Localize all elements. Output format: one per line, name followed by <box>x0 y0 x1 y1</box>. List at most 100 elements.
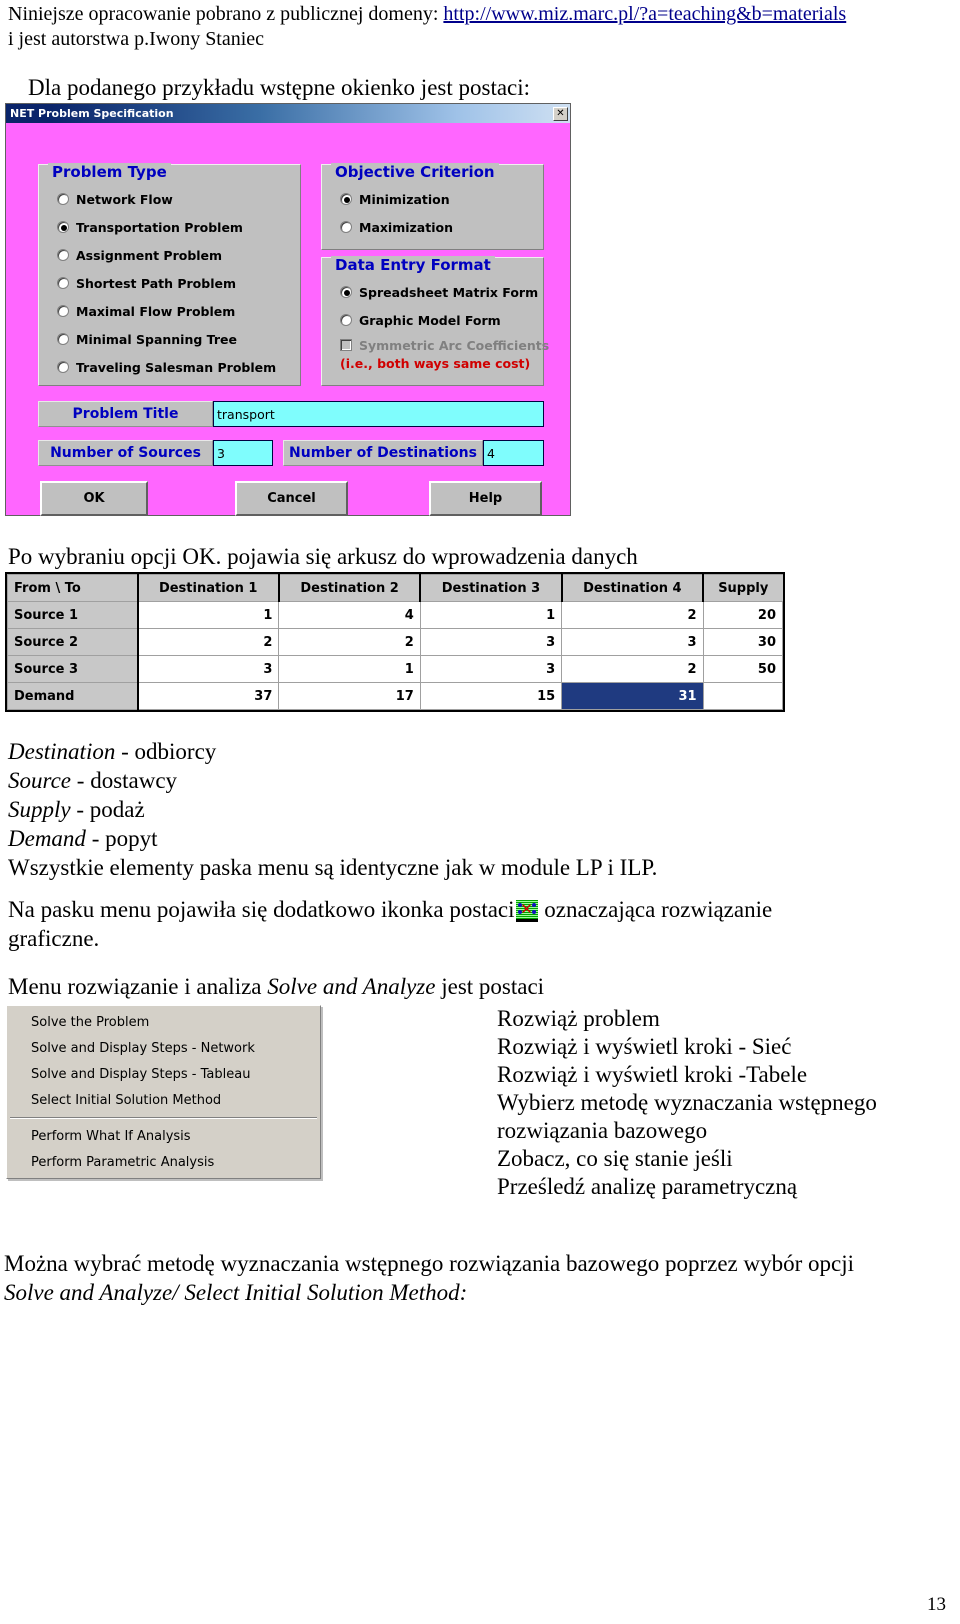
translation-line: Rozwiąż i wyświetl kroki - Sieć <box>497 1034 792 1059</box>
radio-maximization[interactable]: Maximization <box>340 213 543 241</box>
cell-s1-d1[interactable]: 1 <box>136 601 280 629</box>
radio-label: Minimal Spanning Tree <box>76 331 237 347</box>
radio-label: Minimization <box>359 191 450 207</box>
cell-s1-d4[interactable]: 2 <box>561 601 704 629</box>
radio-icon-selected <box>340 286 352 298</box>
menu-item-perform-parametric-analysis[interactable]: Perform Parametric Analysis <box>7 1149 320 1175</box>
radio-transportation-problem[interactable]: Transportation Problem <box>57 213 300 241</box>
icon-sentence-prefix: Na pasku menu pojawiła się dodatkowo iko… <box>8 897 515 922</box>
close-icon[interactable]: ✕ <box>553 106 568 121</box>
menu-item-perform-what-if-analysis[interactable]: Perform What If Analysis <box>7 1123 320 1149</box>
radio-icon <box>57 333 69 345</box>
node-dot <box>531 903 536 907</box>
paragraph-graphic-icon: Na pasku menu pojawiła się dodatkowo iko… <box>8 895 772 953</box>
radio-icon <box>340 314 352 326</box>
cell-s3-d2[interactable]: 1 <box>278 655 421 683</box>
header-destination-4: Destination 4 <box>561 574 705 602</box>
cell-demand-d2[interactable]: 17 <box>278 682 421 710</box>
radio-label: Network Flow <box>76 191 173 207</box>
glossary-item: Source - dostawcy <box>8 766 657 795</box>
number-of-sources-input[interactable]: 3 <box>213 440 273 466</box>
cell-s1-supply[interactable]: 20 <box>702 601 784 629</box>
caption-after-ok: Po wybraniu opcji OK. pojawia się arkusz… <box>8 544 638 569</box>
cell-s2-d3[interactable]: 3 <box>419 628 563 656</box>
radio-icon-selected <box>57 221 69 233</box>
header-from-to: From \ To <box>7 574 139 602</box>
cell-demand-d1[interactable]: 37 <box>136 682 280 710</box>
radio-graphic-model-form[interactable]: Graphic Model Form <box>340 306 543 334</box>
radio-spreadsheet-matrix-form[interactable]: Spreadsheet Matrix Form <box>340 278 543 306</box>
radio-shortest-path-problem[interactable]: Shortest Path Problem <box>57 269 300 297</box>
row-header-source-2: Source 2 <box>7 628 139 656</box>
translation-line: Rozwiąż i wyświetl kroki -Tabele <box>497 1062 808 1087</box>
cell-s2-d1[interactable]: 2 <box>136 628 280 656</box>
radio-label: Spreadsheet Matrix Form <box>359 284 539 300</box>
intro-sentence: Dla podanego przykładu wstępne okienko j… <box>28 75 531 100</box>
table-row: Source 1 1 4 1 2 20 <box>7 601 784 629</box>
menu-intro-suffix: jest postaci <box>435 974 545 999</box>
icon-sentence-suffix: oznaczająca rozwiązanie <box>538 897 773 922</box>
credit-line-1: Niniejsze opracowanie pobrano z publiczn… <box>8 2 952 27</box>
cell-s1-d3[interactable]: 1 <box>419 601 563 629</box>
radio-assignment-problem[interactable]: Assignment Problem <box>57 241 300 269</box>
help-button[interactable]: Help <box>429 481 542 516</box>
net-problem-specification-dialog: NET Problem Specification ✕ Problem Type… <box>5 103 571 516</box>
menu-item-solve-display-steps-tableau[interactable]: Solve and Display Steps - Tableau <box>7 1061 320 1087</box>
radio-network-flow[interactable]: Network Flow <box>57 185 300 213</box>
problem-title-input[interactable]: transport <box>213 401 544 427</box>
translation-line: Rozwiąż problem <box>497 1006 660 1031</box>
radio-label: Maximization <box>359 219 453 235</box>
dialog-title-bar: NET Problem Specification ✕ <box>6 104 570 123</box>
glossary-item: Demand - popyt <box>8 824 657 853</box>
checkbox-symmetric-arc-coefficients[interactable]: Symmetric Arc Coefficients <box>340 334 549 356</box>
radio-minimization[interactable]: Minimization <box>340 185 543 213</box>
menu-item-solve-display-steps-network[interactable]: Solve and Display Steps - Network <box>7 1035 320 1061</box>
checkbox-icon <box>340 339 352 351</box>
radio-traveling-salesman-problem[interactable]: Traveling Salesman Problem <box>57 353 300 381</box>
radio-label: Maximal Flow Problem <box>76 303 236 319</box>
data-table: From \ To Destination 1 Destination 2 De… <box>7 574 784 710</box>
row-header-demand: Demand <box>7 682 139 710</box>
cell-demand-d3[interactable]: 15 <box>419 682 563 710</box>
cell-s2-d4[interactable]: 3 <box>561 628 704 656</box>
cell-s3-supply[interactable]: 50 <box>702 655 784 683</box>
paragraph-menu-intro: Menu rozwiązanie i analiza Solve and Ana… <box>8 972 544 1001</box>
radio-label: Traveling Salesman Problem <box>76 359 277 375</box>
document-page: Niniejsze opracowanie pobrano z publiczn… <box>0 0 960 1624</box>
graphic-solution-icon <box>515 899 538 922</box>
symmetric-arc-hint: (i.e., both ways same cost) <box>340 356 531 371</box>
radio-icon <box>57 305 69 317</box>
cell-s3-d3[interactable]: 3 <box>419 655 563 683</box>
radio-label: Transportation Problem <box>76 219 243 235</box>
cell-s2-supply[interactable]: 30 <box>702 628 784 656</box>
cell-s2-d2[interactable]: 2 <box>278 628 421 656</box>
source-url-link[interactable]: http://www.miz.marc.pl/?a=teaching&b=mat… <box>443 3 846 25</box>
menu-item-solve-the-problem[interactable]: Solve the Problem <box>7 1009 320 1035</box>
transportation-data-sheet: From \ To Destination 1 Destination 2 De… <box>5 572 785 712</box>
node-dot <box>517 903 522 907</box>
cell-s1-d2[interactable]: 4 <box>278 601 421 629</box>
translation-line: Zobacz, co się stanie jeśli <box>497 1146 733 1171</box>
cell-demand-supply-empty[interactable] <box>702 682 784 710</box>
objective-criterion-legend: Objective Criterion <box>331 163 499 181</box>
radio-maximal-flow-problem[interactable]: Maximal Flow Problem <box>57 297 300 325</box>
cell-s3-d1[interactable]: 3 <box>136 655 280 683</box>
cancel-button[interactable]: Cancel <box>235 481 348 516</box>
glossary-sep: - <box>85 826 106 851</box>
glossary-sep: - <box>115 739 135 764</box>
translation-line: Prześledź analizę parametryczną <box>497 1174 798 1199</box>
cell-demand-d4-selected[interactable]: 31 <box>561 682 704 710</box>
problem-title-label: Problem Title <box>38 401 213 427</box>
radio-minimal-spanning-tree[interactable]: Minimal Spanning Tree <box>57 325 300 353</box>
closing-line-1: Można wybrać metodę wyznaczania wstępneg… <box>4 1251 854 1276</box>
number-of-destinations-label: Number of Destinations <box>283 440 483 466</box>
header-destination-2: Destination 2 <box>278 574 422 602</box>
table-row-demand: Demand 37 17 15 31 <box>7 682 784 710</box>
radio-label: Assignment Problem <box>76 247 223 263</box>
cell-s3-d4[interactable]: 2 <box>561 655 704 683</box>
menu-item-select-initial-solution-method[interactable]: Select Initial Solution Method <box>7 1087 320 1113</box>
ok-button[interactable]: OK <box>40 481 148 516</box>
header-supply: Supply <box>702 574 783 602</box>
number-of-destinations-input[interactable]: 4 <box>483 440 544 466</box>
glossary-sep: - <box>71 768 91 793</box>
